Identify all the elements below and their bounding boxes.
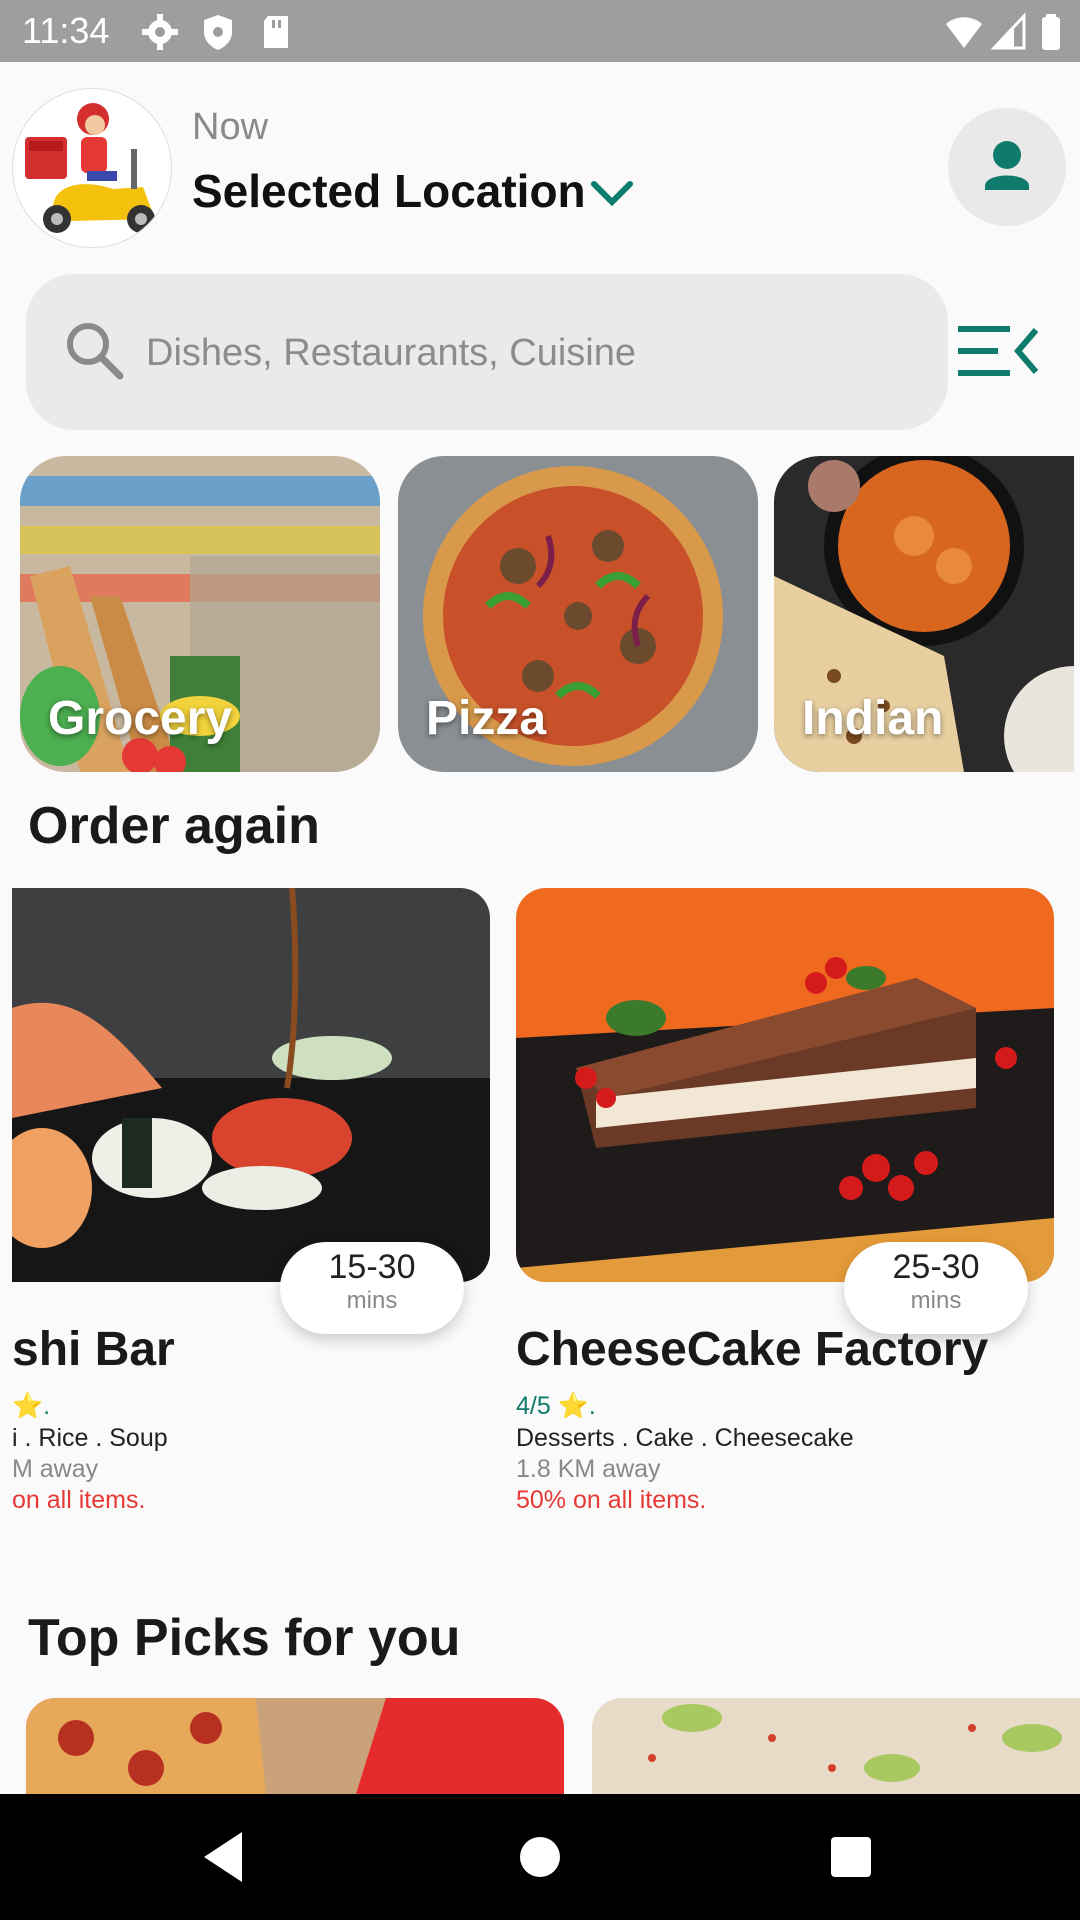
pepperoni-pizza-image xyxy=(26,1698,564,1794)
search-input[interactable] xyxy=(144,310,928,396)
restaurant-card-sushi-bar[interactable] xyxy=(12,888,490,1282)
restaurant-offer: on all items. xyxy=(12,1486,146,1514)
filter-menu-icon[interactable] xyxy=(956,320,1040,382)
sushi-image xyxy=(12,888,490,1282)
delivery-time-value: 25-30 xyxy=(892,1248,980,1286)
cell-signal-icon xyxy=(990,12,1026,50)
delivery-time-badge: 25-30 mins xyxy=(844,1242,1028,1334)
delivery-scooter-logo xyxy=(12,88,172,248)
restaurant-name[interactable]: shi Bar xyxy=(12,1322,175,1377)
restaurant-rating: ⭐. xyxy=(12,1392,51,1420)
delivery-time-badge: 15-30 mins xyxy=(280,1242,464,1334)
search-bar[interactable] xyxy=(26,274,948,430)
restaurant-distance: M away xyxy=(12,1455,99,1483)
battery-icon xyxy=(1042,14,1060,50)
restaurant-distance: 1.8 KM away xyxy=(516,1455,661,1483)
back-icon[interactable] xyxy=(190,1822,260,1892)
restaurant-offer: 50% on all items. xyxy=(516,1486,707,1514)
category-grocery[interactable]: Grocery xyxy=(20,456,380,772)
category-label: Indian xyxy=(802,692,944,745)
category-label: Grocery xyxy=(48,692,233,745)
tacos-image xyxy=(592,1698,1080,1794)
navigation-bar xyxy=(0,1794,1080,1920)
restaurant-tags: Desserts . Cake . Cheesecake xyxy=(516,1424,854,1452)
delivery-time-label: Now xyxy=(192,106,269,148)
top-picks-title: Top Picks for you xyxy=(28,1609,461,1667)
category-indian[interactable]: Indian xyxy=(774,456,1074,772)
status-time: 11:34 xyxy=(22,10,110,51)
search-icon xyxy=(67,323,124,380)
sd-card-icon xyxy=(264,16,288,48)
person-icon xyxy=(985,141,1029,190)
recents-icon[interactable] xyxy=(816,1822,886,1892)
selected-location[interactable]: Selected Location xyxy=(192,164,586,218)
delivery-time-unit: mins xyxy=(910,1287,962,1314)
delivery-time-value: 15-30 xyxy=(328,1248,416,1286)
cheesecake-image xyxy=(516,888,1054,1282)
order-again-title: Order again xyxy=(28,797,320,855)
delivery-time-unit: mins xyxy=(346,1287,398,1314)
settings-icon xyxy=(142,14,178,50)
restaurant-card-cheesecake-factory[interactable] xyxy=(516,888,1054,1282)
category-pizza[interactable]: Pizza xyxy=(398,456,758,772)
profile-button[interactable] xyxy=(948,108,1066,226)
top-pick-card-tacos[interactable] xyxy=(592,1698,1080,1794)
restaurant-name[interactable]: CheeseCake Factory xyxy=(516,1322,988,1377)
status-bar: 11:34 xyxy=(0,0,1080,62)
category-label: Pizza xyxy=(426,692,547,745)
shield-icon xyxy=(204,15,232,50)
restaurant-tags: i . Rice . Soup xyxy=(12,1424,168,1452)
top-pick-card-pizza[interactable] xyxy=(26,1698,564,1794)
home-icon[interactable] xyxy=(505,1822,575,1892)
wifi-icon xyxy=(946,17,982,48)
chevron-down-icon[interactable] xyxy=(590,174,634,214)
restaurant-rating: 4/5 ⭐. xyxy=(516,1392,596,1420)
